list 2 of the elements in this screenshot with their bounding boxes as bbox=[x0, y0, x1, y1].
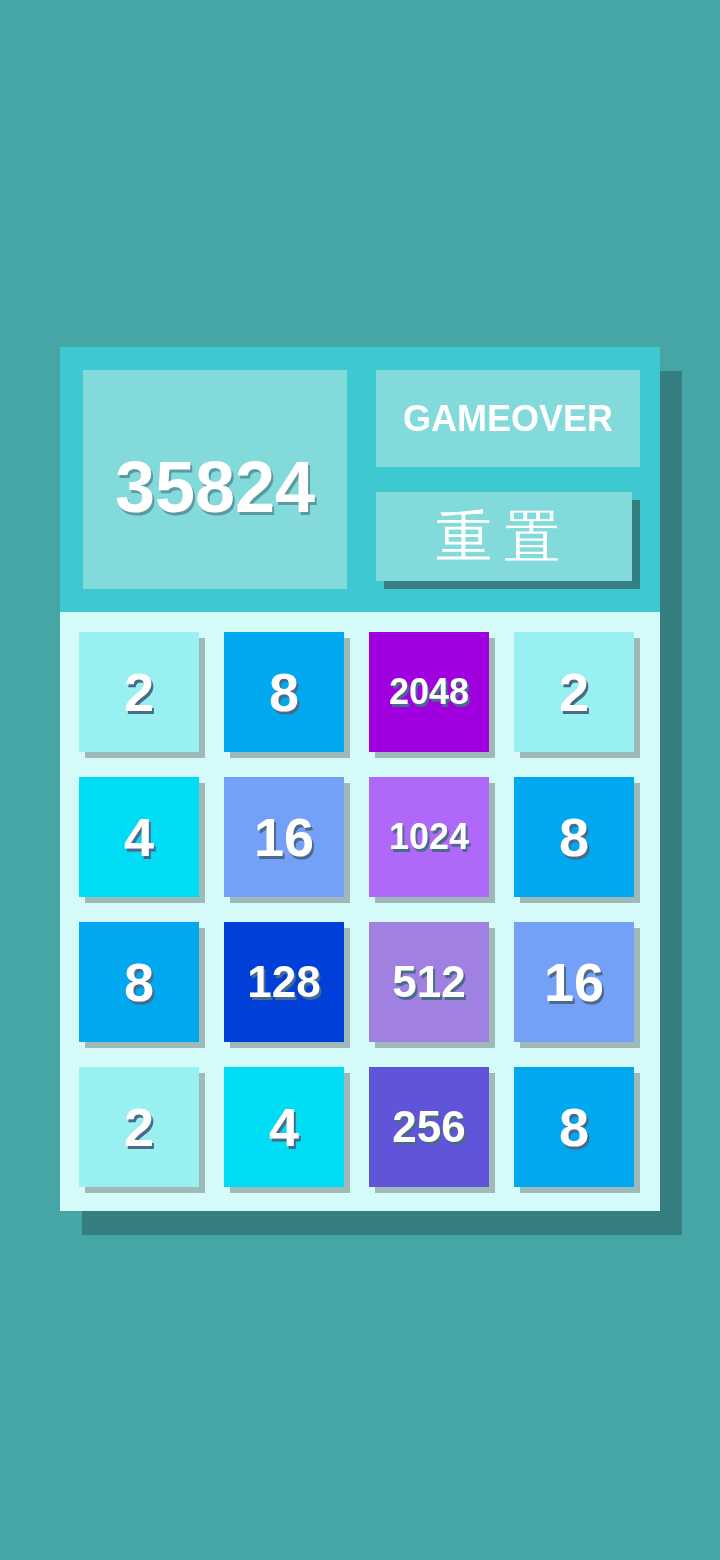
score-display: 35824 bbox=[83, 370, 347, 589]
status-label: GAMEOVER bbox=[376, 370, 640, 467]
